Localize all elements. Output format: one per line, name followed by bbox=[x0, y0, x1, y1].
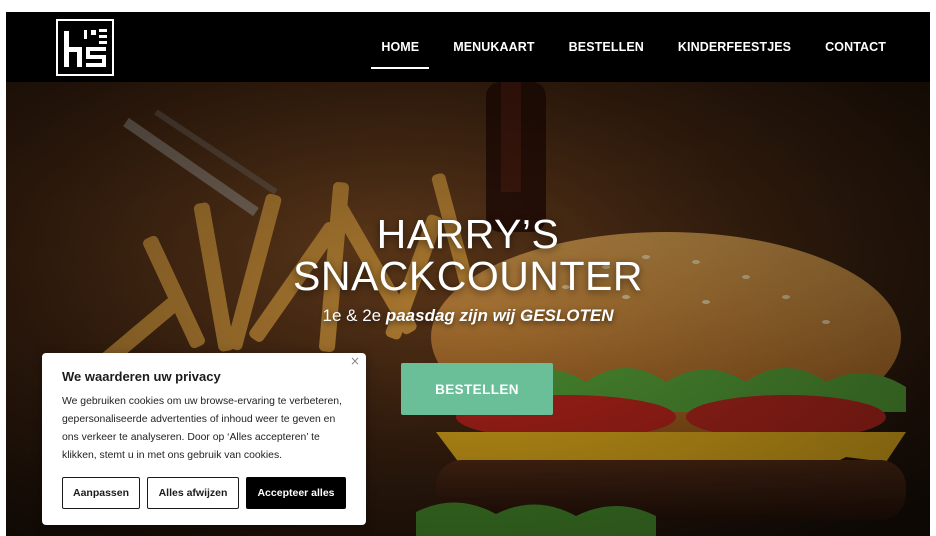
page: HOME MENUKAART BESTELLEN KINDERFEESTJES … bbox=[6, 12, 930, 536]
cookie-description: We gebruiken cookies om uw browse-ervari… bbox=[62, 396, 342, 461]
hero-subtitle-rest: paasdag zijn wij GESLOTEN bbox=[381, 306, 614, 325]
hero-title-line1: HARRY’S bbox=[376, 211, 560, 257]
hero-title-line2: SNACKCOUNTER bbox=[293, 253, 643, 299]
nav-item-kinderfeestjes[interactable]: KINDERFEESTJES bbox=[678, 28, 791, 66]
hero-subtitle: 1e & 2e paasdag zijn wij GESLOTEN bbox=[6, 306, 930, 326]
close-icon[interactable]: × bbox=[350, 354, 360, 368]
hero-subtitle-prefix: 1e & 2e bbox=[322, 306, 382, 325]
bestellen-button[interactable]: BESTELLEN bbox=[401, 363, 553, 415]
nav-item-contact[interactable]: CONTACT bbox=[825, 28, 886, 66]
logo-mark-icon bbox=[64, 29, 107, 67]
cookie-title: We waarderen uw privacy bbox=[62, 369, 221, 384]
reject-all-button[interactable]: Alles afwijzen bbox=[147, 477, 239, 509]
logo[interactable] bbox=[56, 19, 114, 76]
cookie-consent-banner: × We waarderen uw privacy We gebruiken c… bbox=[42, 353, 366, 525]
nav-item-home[interactable]: HOME bbox=[371, 28, 430, 69]
customize-button[interactable]: Aanpassen bbox=[62, 477, 140, 509]
main-nav: HOME MENUKAART BESTELLEN KINDERFEESTJES … bbox=[347, 12, 886, 82]
accept-all-button[interactable]: Accepteer alles bbox=[246, 477, 346, 509]
nav-item-bestellen[interactable]: BESTELLEN bbox=[569, 28, 644, 66]
cookie-actions: Aanpassen Alles afwijzen Accepteer alles bbox=[62, 477, 346, 509]
nav-item-menukaart[interactable]: MENUKAART bbox=[453, 28, 534, 66]
site-header: HOME MENUKAART BESTELLEN KINDERFEESTJES … bbox=[6, 12, 930, 82]
